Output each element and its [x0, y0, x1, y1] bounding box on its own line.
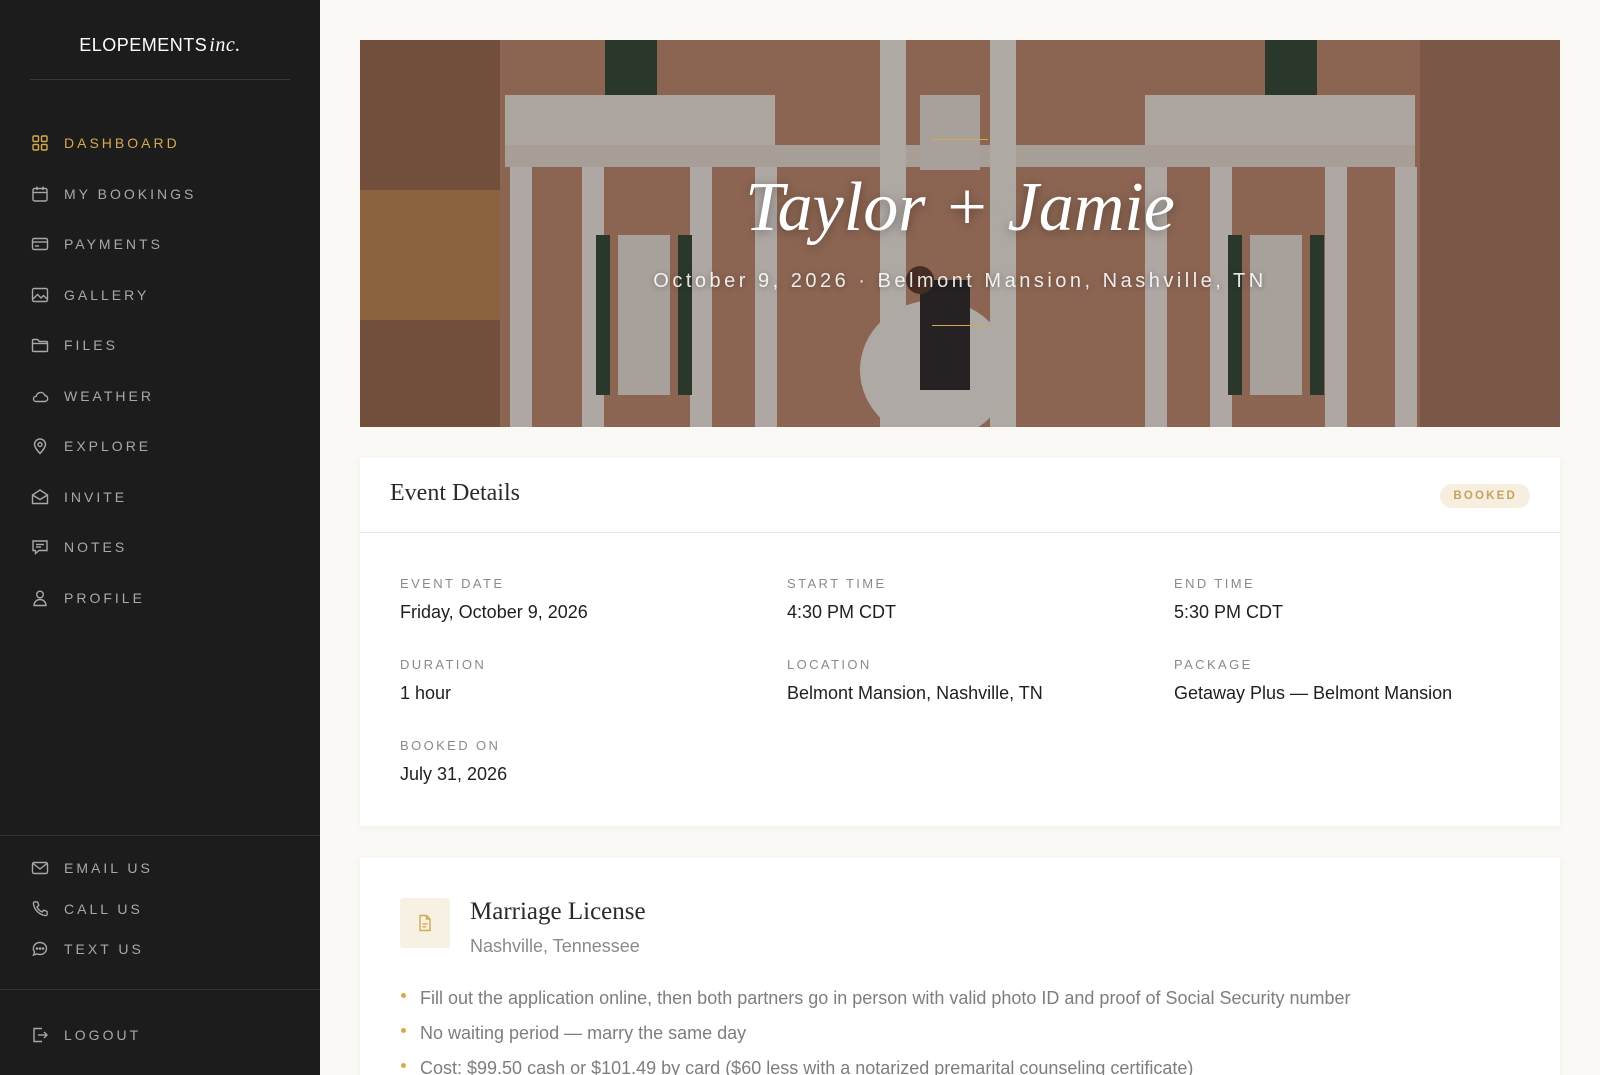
sidebar: ELOPEMENTS inc. DASHBOARD MY BOOKINGS PAY… [0, 0, 320, 1075]
logout-section: LOGOUT [0, 989, 320, 1061]
sidebar-item-dashboard[interactable]: DASHBOARD [0, 118, 320, 169]
detail-start-time: START TIME 4:30 PM CDT [787, 576, 1157, 623]
hero-top-rule [932, 139, 988, 140]
sidebar-item-notes[interactable]: NOTES [0, 522, 320, 573]
hero-text: Taylor + Jamie October 9, 2026 · Belmont… [360, 40, 1560, 427]
event-date-location: October 9, 2026 · Belmont Mansion, Nashv… [653, 270, 1267, 292]
envelope-open-icon [31, 488, 49, 506]
grid-icon [31, 134, 49, 152]
detail-location: LOCATION Belmont Mansion, Nashville, TN [787, 657, 1157, 704]
sidebar-item-explore[interactable]: EXPLORE [0, 421, 320, 472]
sidebar-item-payments[interactable]: PAYMENTS [0, 219, 320, 270]
detail-label: LOCATION [787, 657, 872, 672]
sidebar-item-weather[interactable]: WEATHER [0, 371, 320, 422]
chat-bubble-icon [31, 940, 49, 958]
list-item: Cost: $99.50 cash or $101.49 by card ($6… [400, 1056, 1520, 1075]
logout-label: LOGOUT [64, 1027, 142, 1044]
sidebar-item-files[interactable]: FILES [0, 320, 320, 371]
mail-icon [31, 859, 49, 877]
detail-label: BOOKED ON [400, 738, 501, 753]
sidebar-item-label: DASHBOARD [64, 135, 180, 152]
detail-package: PACKAGE Getaway Plus — Belmont Mansion [1174, 657, 1544, 704]
log-out-icon [31, 1026, 49, 1044]
sidebar-item-label: FILES [64, 337, 118, 354]
contact-item-label: TEXT US [64, 941, 144, 958]
contact-item-label: EMAIL US [64, 860, 153, 877]
sidebar-item-label: PAYMENTS [64, 236, 163, 253]
brand-name: ELOPEMENTS [79, 35, 208, 55]
marriage-license-card: Marriage License Nashville, Tennessee Fi… [360, 858, 1560, 1075]
detail-value: 5:30 PM CDT [1174, 602, 1284, 622]
folder-icon [31, 336, 49, 354]
detail-value: 1 hour [400, 683, 452, 703]
sidebar-item-label: NOTES [64, 539, 128, 556]
detail-label: START TIME [787, 576, 887, 591]
detail-label: EVENT DATE [400, 576, 505, 591]
logout-button[interactable]: LOGOUT [0, 1010, 320, 1061]
couple-names: Taylor + Jamie [745, 169, 1175, 246]
contact-item-label: CALL US [64, 900, 143, 917]
text-us-link[interactable]: TEXT US [0, 929, 320, 970]
detail-value: Belmont Mansion, Nashville, TN [787, 683, 1043, 703]
contact-section: EMAIL US CALL US TEXT US [0, 835, 320, 970]
brand-logo[interactable]: ELOPEMENTS inc. [30, 34, 290, 80]
license-requirements: Fill out the application online, then bo… [400, 986, 1520, 1075]
sidebar-item-label: INVITE [64, 488, 128, 505]
phone-icon [31, 900, 49, 918]
event-details-card: Event Details BOOKED EVENT DATE Friday, … [360, 458, 1560, 826]
license-location: Nashville, Tennessee [470, 936, 640, 956]
detail-label: END TIME [1174, 576, 1256, 591]
license-title: Marriage License [470, 898, 646, 925]
calendar-icon [31, 185, 49, 203]
detail-value: Friday, October 9, 2026 [400, 602, 588, 622]
sidebar-item-invite[interactable]: INVITE [0, 472, 320, 523]
detail-duration: DURATION 1 hour [400, 657, 770, 704]
main-content: Taylor + Jamie October 9, 2026 · Belmont… [320, 0, 1600, 1075]
sidebar-item-profile[interactable]: PROFILE [0, 573, 320, 624]
email-us-link[interactable]: EMAIL US [0, 848, 320, 889]
cloud-icon [31, 387, 49, 405]
document-icon [400, 898, 450, 948]
sidebar-item-my-bookings[interactable]: MY BOOKINGS [0, 169, 320, 220]
sidebar-item-label: EXPLORE [64, 438, 152, 455]
detail-label: PACKAGE [1174, 657, 1253, 672]
map-pin-icon [31, 437, 49, 455]
event-details-header: Event Details BOOKED [360, 458, 1560, 533]
detail-event-date: EVENT DATE Friday, October 9, 2026 [400, 576, 770, 623]
user-icon [31, 589, 49, 607]
message-square-icon [31, 538, 49, 556]
sidebar-item-label: GALLERY [64, 286, 150, 303]
status-badge: BOOKED [1440, 484, 1530, 508]
credit-card-icon [31, 235, 49, 253]
brand-script: inc. [209, 34, 241, 56]
hero-banner: Taylor + Jamie October 9, 2026 · Belmont… [360, 40, 1560, 427]
image-icon [31, 286, 49, 304]
detail-value: July 31, 2026 [400, 764, 508, 784]
sidebar-nav: DASHBOARD MY BOOKINGS PAYMENTS GALLERY F… [0, 118, 320, 623]
detail-value: Getaway Plus — Belmont Mansion [1174, 683, 1453, 703]
call-us-link[interactable]: CALL US [0, 889, 320, 930]
detail-end-time: END TIME 5:30 PM CDT [1174, 576, 1544, 623]
sidebar-item-label: PROFILE [64, 589, 145, 606]
sidebar-item-label: WEATHER [64, 387, 154, 404]
sidebar-item-gallery[interactable]: GALLERY [0, 270, 320, 321]
list-item: No waiting period — marry the same day [400, 1021, 1520, 1056]
list-item: Fill out the application online, then bo… [400, 986, 1520, 1021]
hero-bottom-rule [932, 325, 988, 326]
detail-value: 4:30 PM CDT [787, 602, 897, 622]
detail-label: DURATION [400, 657, 487, 672]
detail-booked-on: BOOKED ON July 31, 2026 [400, 738, 770, 785]
event-details-title: Event Details [390, 480, 520, 506]
sidebar-item-label: MY BOOKINGS [64, 185, 197, 202]
